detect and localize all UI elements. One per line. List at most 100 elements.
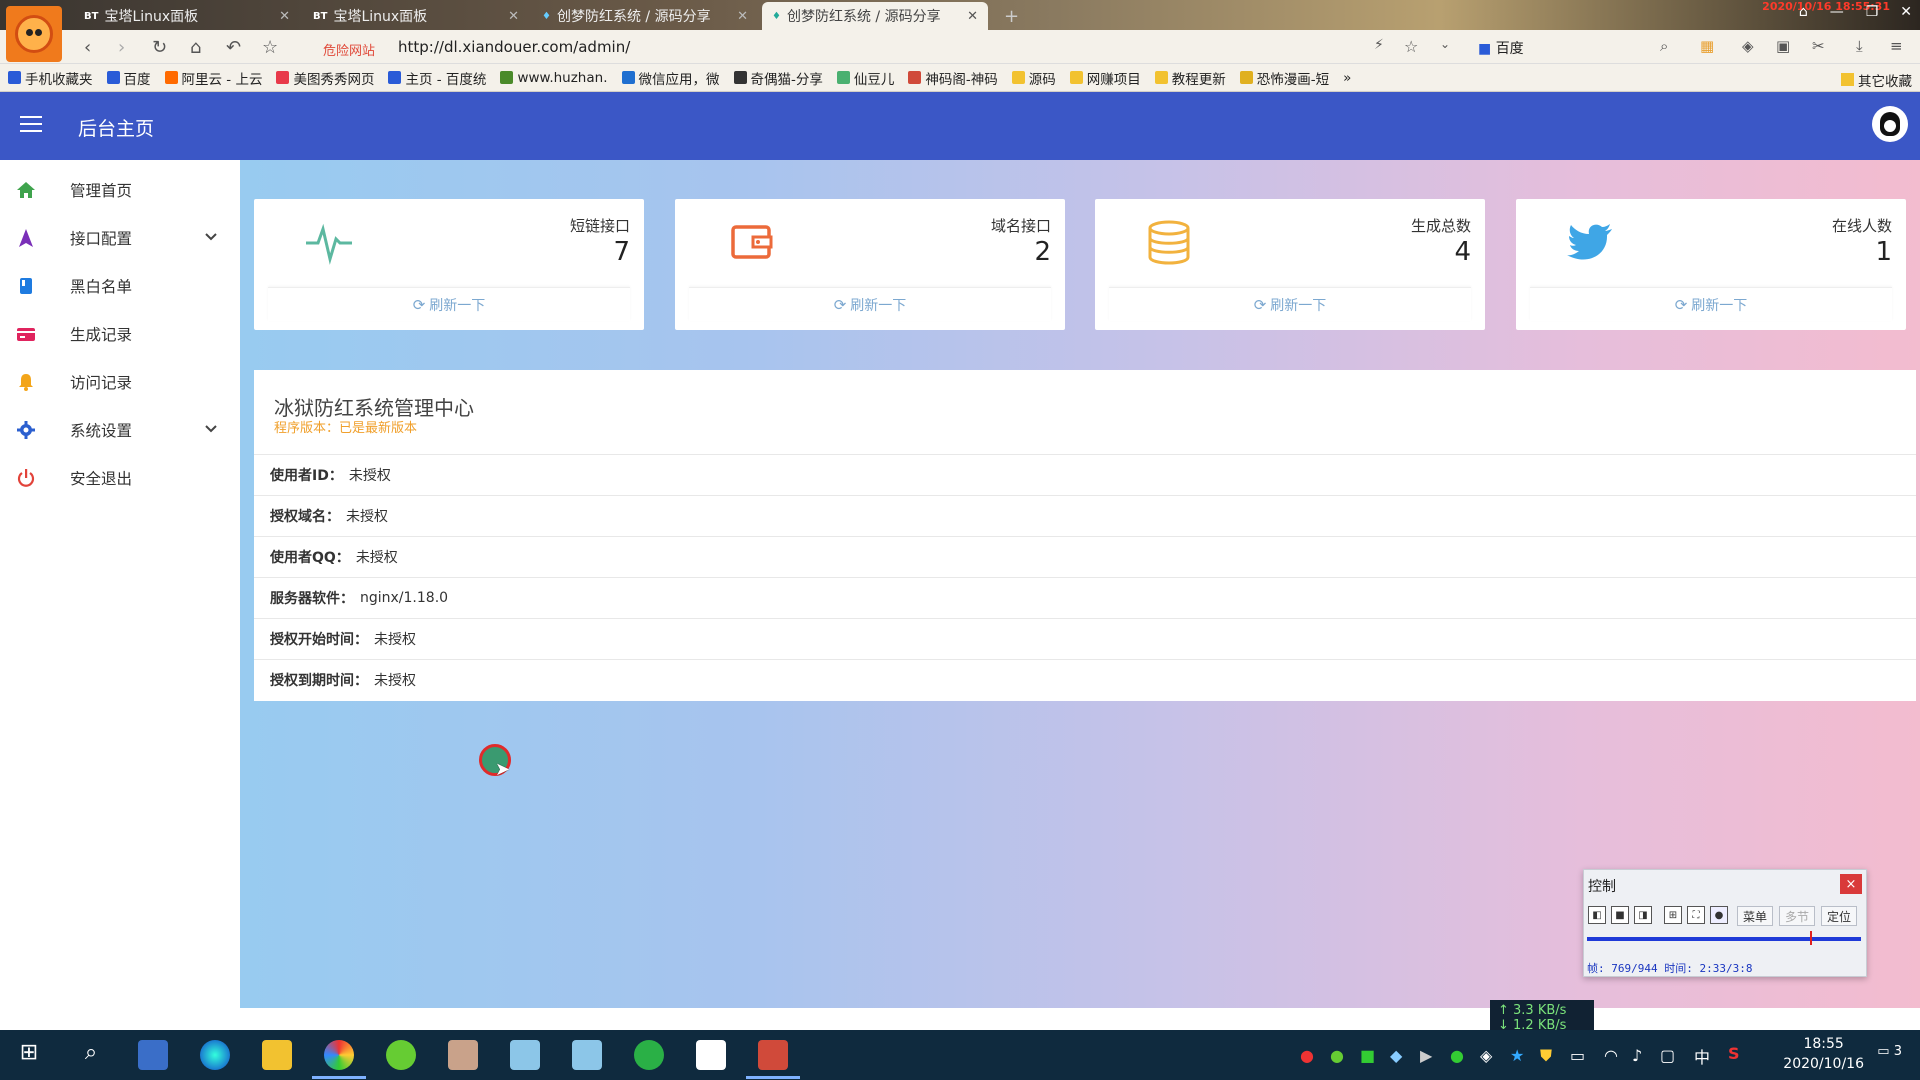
undo-icon[interactable]: ↶	[226, 37, 241, 58]
close-button[interactable]: ×	[1840, 874, 1862, 894]
security-icon[interactable]: ◈	[1480, 1046, 1492, 1065]
playback-slider-handle[interactable]	[1810, 931, 1813, 945]
tray-cloud-icon[interactable]: ◆	[1390, 1046, 1402, 1065]
browser-tab[interactable]: ♦ 创梦防红系统 / 源码分享 ✕	[532, 2, 758, 30]
archive-app-icon[interactable]	[758, 1040, 788, 1070]
playback-slider[interactable]	[1587, 937, 1861, 941]
bookmark-item[interactable]: 仙豆儿	[836, 68, 894, 88]
fit-window-icon[interactable]: ⊞	[1664, 906, 1682, 924]
sidebar-item-logout[interactable]: 安全退出	[0, 456, 240, 500]
home-icon[interactable]: ⌂	[190, 37, 201, 58]
bookmark-item[interactable]: 恐怖漫画-短	[1239, 68, 1329, 88]
close-tab-icon[interactable]: ✕	[737, 9, 748, 24]
bookmark-item[interactable]: 主页 - 百度统	[388, 68, 486, 88]
photo-app-icon[interactable]	[448, 1040, 478, 1070]
refresh-button[interactable]: ⟳ 刷新一下	[268, 287, 630, 321]
fullscreen-icon[interactable]: ⛶	[1687, 906, 1705, 924]
favorite-icon[interactable]: ☆	[1404, 37, 1418, 56]
browser-tab[interactable]: BT 宝塔Linux面板 ✕	[303, 2, 529, 30]
green-app-icon[interactable]	[386, 1040, 416, 1070]
bookmark-item[interactable]: 奇偶猫-分享	[733, 68, 823, 88]
notification-center-button[interactable]: ▭ 3	[1877, 1044, 1902, 1059]
chevron-down-icon[interactable]	[204, 230, 218, 246]
chevron-down-icon[interactable]	[204, 422, 218, 438]
bookmark-folder[interactable]: 网赚项目	[1069, 68, 1141, 88]
next-frame-icon[interactable]: ◨	[1634, 906, 1652, 924]
wechat-icon[interactable]	[634, 1040, 664, 1070]
cut-icon[interactable]: ✂	[1812, 37, 1825, 55]
hamburger-menu-icon[interactable]	[20, 116, 42, 134]
lightning-icon[interactable]: ⚡	[1374, 37, 1384, 53]
sidebar-item-api-config[interactable]: 接口配置	[0, 216, 240, 260]
skin-icon[interactable]: ⌂	[1799, 4, 1808, 20]
edge-browser-icon[interactable]	[200, 1040, 230, 1070]
wechat-tray-icon[interactable]: ●	[1450, 1046, 1464, 1065]
reload-icon[interactable]: ↻	[152, 37, 167, 58]
back-icon[interactable]: ‹	[84, 37, 91, 58]
bookmark-folder[interactable]: 源码	[1011, 68, 1056, 88]
browser-tab[interactable]: BT 宝塔Linux面板 ✕	[74, 2, 300, 30]
close-tab-icon[interactable]: ✕	[279, 9, 290, 24]
locate-button[interactable]: 定位	[1821, 906, 1858, 926]
bookmark-folder[interactable]: 教程更新	[1154, 68, 1226, 88]
menu-button[interactable]: 菜单	[1737, 906, 1774, 926]
download-icon[interactable]: ⤓	[1856, 37, 1863, 55]
sidebar-item-generate-log[interactable]: 生成记录	[0, 312, 240, 356]
browser-logo[interactable]	[6, 6, 62, 62]
tray-app-icon[interactable]: ●	[1330, 1046, 1344, 1065]
menu-icon[interactable]: ≡	[1890, 37, 1903, 55]
search-engine-selector[interactable]: ■ 百度	[1478, 38, 1524, 58]
sidebar-item-dashboard[interactable]: 管理首页	[0, 168, 240, 212]
sidebar-item-settings[interactable]: 系统设置	[0, 408, 240, 452]
bookmark-item[interactable]: 美图秀秀网页	[276, 68, 374, 88]
maximize-icon[interactable]: ❐	[1866, 4, 1879, 20]
bookmark-item[interactable]: 微信应用，微	[621, 68, 720, 88]
sogou-ime-icon[interactable]: S	[1728, 1044, 1740, 1063]
chevron-down-icon[interactable]: ⌄	[1440, 37, 1450, 51]
stop-icon[interactable]: ■	[1611, 906, 1629, 924]
refresh-button[interactable]: ⟳ 刷新一下	[1530, 287, 1892, 321]
search-icon[interactable]: ⌕	[76, 1040, 106, 1070]
notes-app-icon[interactable]	[510, 1040, 540, 1070]
close-tab-icon[interactable]: ✕	[967, 9, 978, 24]
notes-app-2-icon[interactable]	[572, 1040, 602, 1070]
ime-indicator[interactable]: 中	[1694, 1044, 1710, 1068]
wifi-icon[interactable]: ◠	[1604, 1046, 1618, 1065]
bookmark-item[interactable]: 百度	[106, 68, 151, 88]
bookmark-item[interactable]: 神码阁-神码	[908, 68, 998, 88]
bookmark-item[interactable]: 阿里云 - 上云	[164, 68, 262, 88]
cursor-mode-icon[interactable]: ●	[1710, 906, 1728, 924]
camera-icon[interactable]: ▶	[1420, 1046, 1432, 1065]
computer-icon[interactable]	[138, 1040, 168, 1070]
cloud-app-icon[interactable]	[696, 1040, 726, 1070]
bookmark-item[interactable]: www.huzhan.	[500, 70, 608, 86]
browser-app-icon[interactable]	[324, 1040, 354, 1070]
star-icon[interactable]: ☆	[262, 37, 278, 58]
nvidia-icon[interactable]: ■	[1360, 1046, 1375, 1065]
sidebar-item-access-log[interactable]: 访问记录	[0, 360, 240, 404]
file-explorer-icon[interactable]	[262, 1040, 292, 1070]
sidebar-item-blacklist[interactable]: 黑白名单	[0, 264, 240, 308]
new-tab-button[interactable]: +	[994, 2, 1024, 30]
multi-section-button[interactable]: 多节	[1779, 906, 1816, 926]
prev-frame-icon[interactable]: ◧	[1588, 906, 1606, 924]
bookmark-folder-other[interactable]: 其它收藏	[1841, 70, 1912, 90]
close-tab-icon[interactable]: ✕	[508, 9, 519, 24]
bookmark-item[interactable]: 手机收藏夹	[8, 68, 93, 88]
url-input[interactable]: http://dl.xiandouer.com/admin/	[398, 38, 630, 56]
browser-tab-active[interactable]: ♦ 创梦防红系统 / 源码分享 ✕	[762, 2, 988, 30]
close-window-icon[interactable]: ✕	[1900, 4, 1912, 20]
avatar[interactable]	[1872, 106, 1908, 142]
display-icon[interactable]: ▢	[1660, 1046, 1675, 1065]
shield-icon[interactable]: ⛊	[1540, 1046, 1552, 1066]
tray-star-icon[interactable]: ★	[1510, 1046, 1524, 1065]
apps-icon[interactable]: ▦	[1700, 37, 1714, 55]
screenshot-icon[interactable]: ▣	[1776, 37, 1790, 55]
bookmarks-more-icon[interactable]: »	[1343, 70, 1351, 86]
windows-start-icon[interactable]: ⊞	[14, 1040, 44, 1070]
opera-icon[interactable]: ●	[1300, 1046, 1314, 1065]
refresh-button[interactable]: ⟳ 刷新一下	[689, 287, 1051, 321]
forward-icon[interactable]: ›	[118, 37, 125, 58]
extension-icon[interactable]: ◈	[1742, 37, 1754, 55]
minimize-icon[interactable]: —	[1830, 4, 1844, 20]
